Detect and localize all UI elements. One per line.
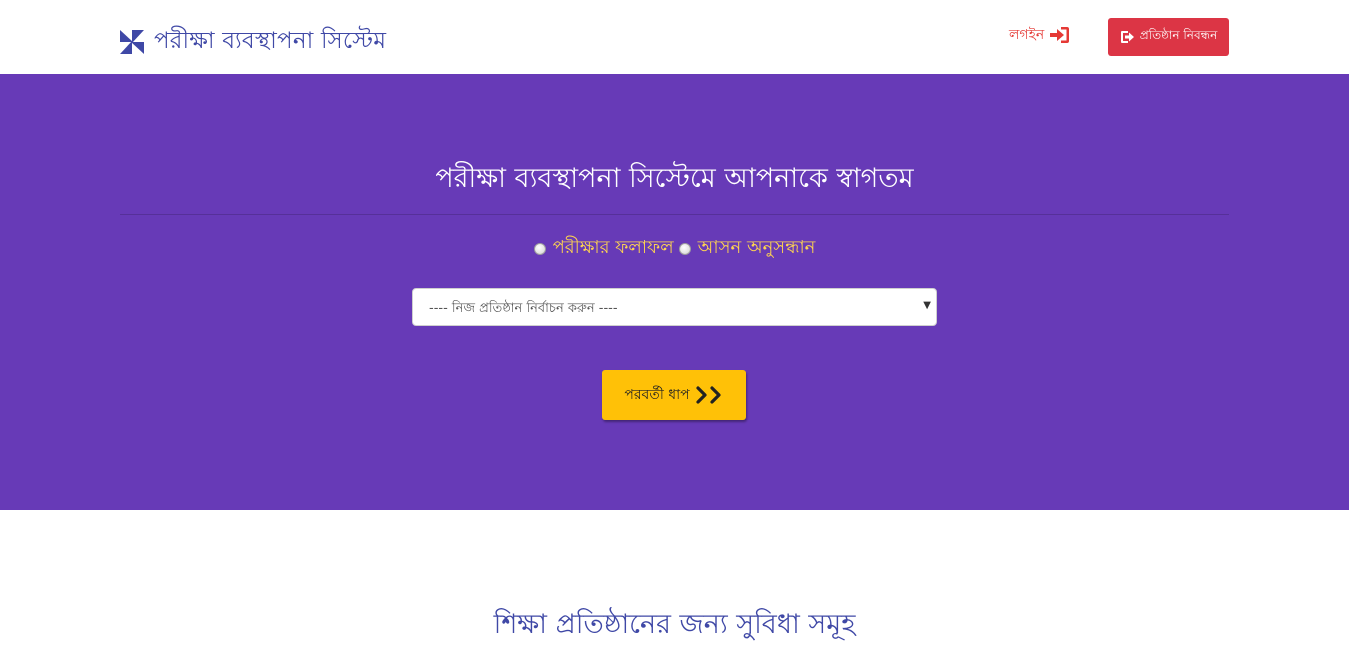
login-label: লগইন <box>1009 27 1045 43</box>
hero-divider <box>120 214 1229 215</box>
search-type-radio-group: পরীক্ষার ফলাফল আসন অনুসন্ধান <box>0 233 1349 264</box>
login-link[interactable]: লগইন <box>1009 23 1070 47</box>
next-step-button[interactable]: পরবর্তী ধাপ <box>602 370 746 420</box>
hero-section: পরীক্ষা ব্যবস্থাপনা সিস্টেমে আপনাকে স্বা… <box>0 74 1349 510</box>
register-institution-button[interactable]: প্রতিষ্ঠান নিবন্ধন <box>1108 18 1229 56</box>
top-navbar: পরীক্ষা ব্যবস্থাপনা সিস্টেম লগইন প্রতিষ্… <box>0 0 1349 74</box>
radio-seat-search[interactable]: আসন অনুসন্ধান <box>678 233 816 264</box>
radio-label-seat-search: আসন অনুসন্ধান <box>697 237 816 258</box>
double-chevron-right-icon <box>696 386 721 404</box>
radio-label-exam-result: পরীক্ষার ফলাফল <box>552 237 674 258</box>
features-heading: শিক্ষা প্রতিষ্ঠানের জন্য সুবিধা সমূহ <box>493 609 856 640</box>
welcome-title: পরীক্ষা ব্যবস্থাপনা সিস্টেমে আপনাকে স্বা… <box>435 163 914 194</box>
radio-button[interactable] <box>533 242 546 255</box>
register-label: প্রতিষ্ঠান নিবন্ধন <box>1139 28 1218 42</box>
caret-down-icon: ▼ <box>923 300 931 311</box>
institution-select-value: ---- নিজ প্রতিষ্ঠান নির্বাচন করুন ---- <box>429 301 618 316</box>
pinwheel-logo-icon <box>120 29 144 54</box>
radio-exam-result[interactable]: পরীক্ষার ফলাফল <box>533 233 674 264</box>
institution-select[interactable]: ---- নিজ প্রতিষ্ঠান নির্বাচন করুন ---- ▼ <box>412 288 937 326</box>
sign-out-icon <box>1120 31 1134 43</box>
next-step-label: পরবর্তী ধাপ <box>624 387 690 403</box>
radio-button[interactable] <box>678 242 691 255</box>
brand-name: পরীক্ষা ব্যবস্থাপনা সিস্টেম <box>154 28 387 54</box>
brand-link[interactable]: পরীক্ষা ব্যবস্থাপনা সিস্টেম <box>120 22 386 61</box>
sign-in-icon <box>1050 27 1070 43</box>
